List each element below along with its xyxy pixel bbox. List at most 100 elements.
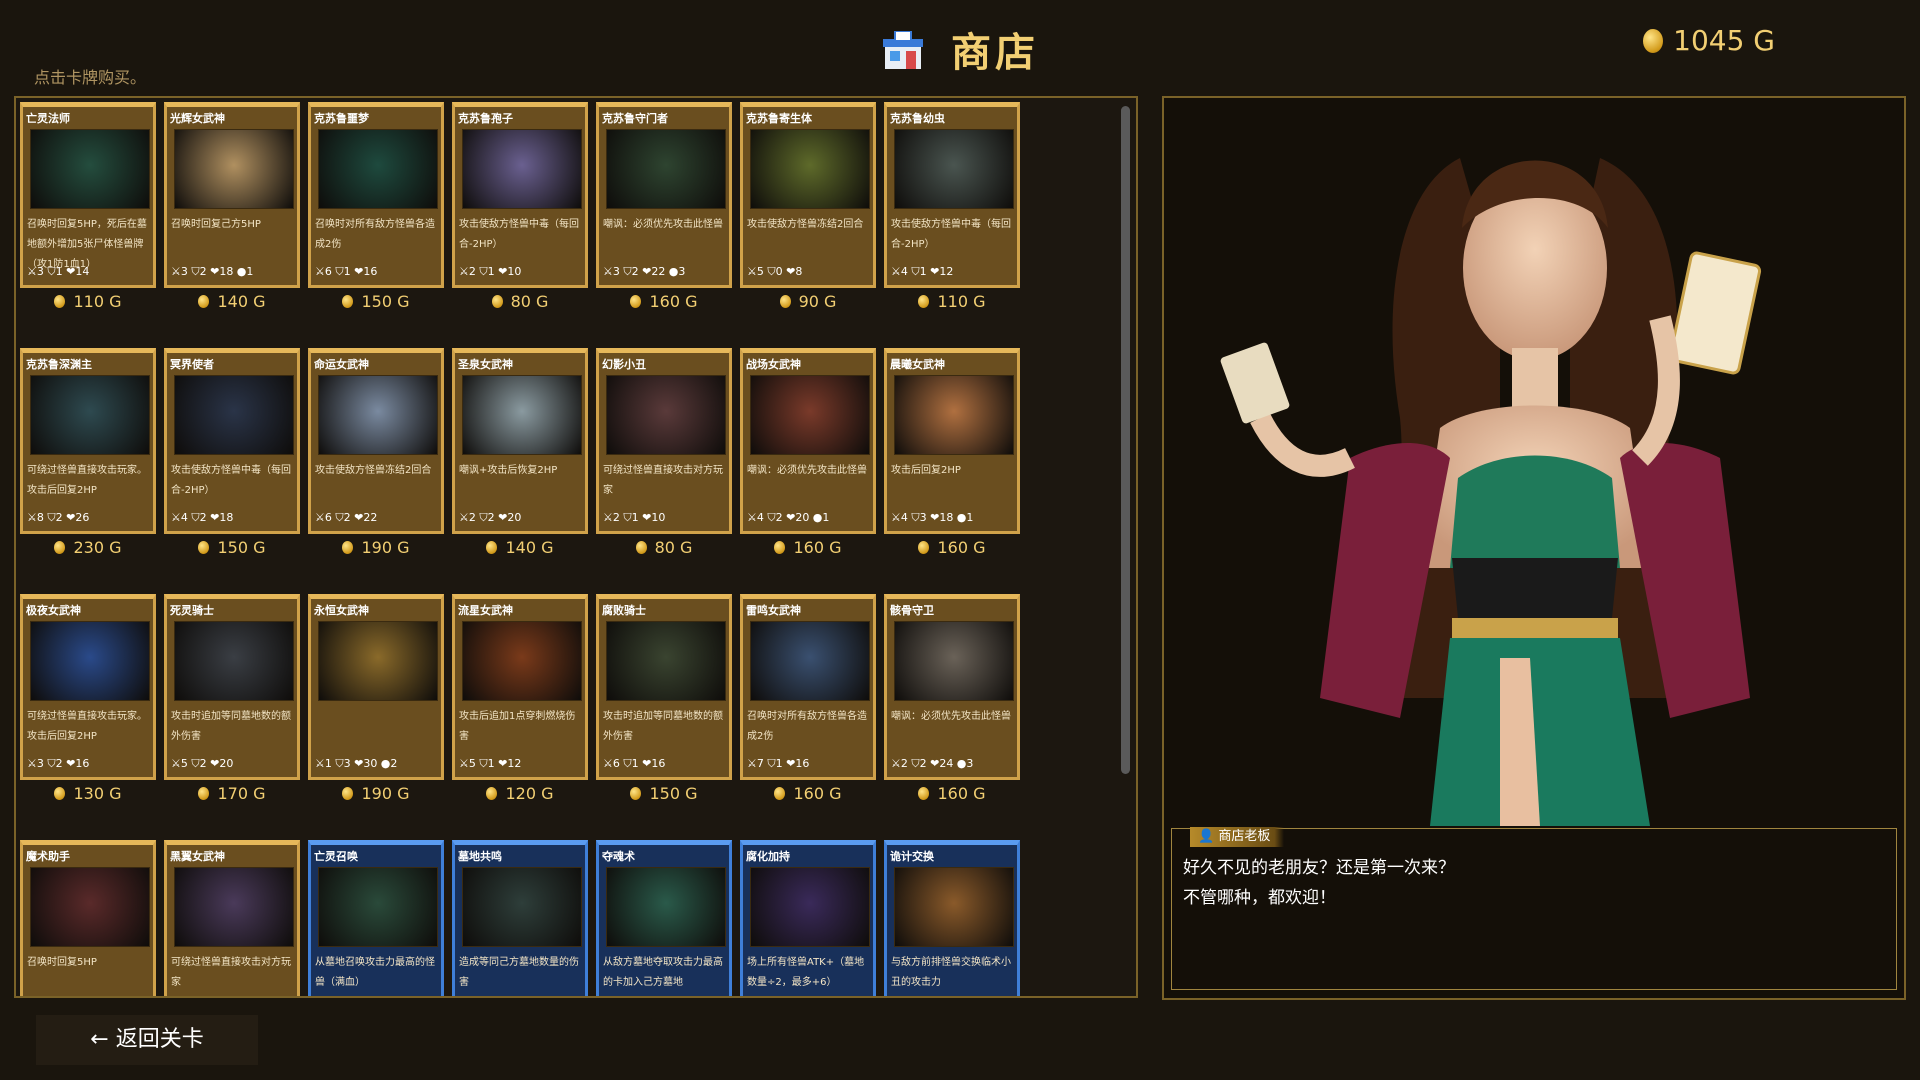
shop-card[interactable]: 腐败骑士 攻击时追加等同墓地数的额外伤害 ⚔6 ⛉1 ❤16 bbox=[596, 594, 732, 780]
gold-coin-icon bbox=[198, 787, 210, 800]
card-description: 召唤时回复己方5HP bbox=[171, 219, 261, 230]
card-slot[interactable]: 极夜女武神 可绕过怪兽直接攻击玩家。攻击后回复2HP ⚔3 ⛉2 ❤16 130 G bbox=[20, 594, 156, 803]
shop-card[interactable]: 克苏鲁寄生体 攻击使敌方怪兽冻结2回合 ⚔5 ⛉0 ❤8 bbox=[740, 102, 876, 288]
card-price: 150 G bbox=[164, 538, 300, 557]
card-stats: ⚔3 ⛉2 ❤16 bbox=[27, 757, 90, 770]
card-stats: ⚔2 ⛉2 ❤24 ●3 bbox=[891, 757, 974, 770]
card-art bbox=[606, 621, 726, 701]
shop-card[interactable]: 墓地共鸣 造成等同己方墓地数量的伤害 bbox=[452, 840, 588, 996]
card-price: 160 G bbox=[884, 784, 1020, 803]
shop-card[interactable]: 亡灵召唤 从墓地召唤攻击力最高的怪兽（满血） bbox=[308, 840, 444, 996]
card-slot[interactable]: 克苏鲁幼虫 攻击使敌方怪兽中毒（每回合-2HP） ⚔4 ⛉1 ❤12 110 G bbox=[884, 102, 1020, 311]
back-to-level-button[interactable]: ← 返回关卡 bbox=[36, 1015, 258, 1065]
card-slot[interactable]: 晨曦女武神 攻击后回复2HP ⚔4 ⛉3 ❤18 ●1 160 G bbox=[884, 348, 1020, 557]
shop-card[interactable]: 魔术助手 召唤时回复5HP bbox=[20, 840, 156, 996]
card-description: 召唤时回复5HP bbox=[27, 957, 97, 968]
card-slot[interactable]: 亡灵召唤 从墓地召唤攻击力最高的怪兽（满血） bbox=[308, 840, 444, 996]
dialog-box: 👤 商店老板 好久不见的老朋友？还是第一次来？ 不管哪种，都欢迎！ bbox=[1171, 827, 1897, 990]
card-price: 90 G bbox=[740, 292, 876, 311]
shop-card[interactable]: 命运女武神 攻击使敌方怪兽冻结2回合 ⚔6 ⛉2 ❤22 bbox=[308, 348, 444, 534]
shop-card[interactable]: 克苏鲁噩梦 召唤时对所有敌方怪兽各造成2伤 ⚔6 ⛉1 ❤16 bbox=[308, 102, 444, 288]
card-slot[interactable]: 墓地共鸣 造成等同己方墓地数量的伤害 bbox=[452, 840, 588, 996]
card-name: 骸骨守卫 bbox=[890, 604, 934, 617]
card-slot[interactable]: 战场女武神 嘲讽：必须优先攻击此怪兽 ⚔4 ⛉2 ❤20 ●1 160 G bbox=[740, 348, 876, 557]
card-slot[interactable]: 黑翼女武神 可绕过怪兽直接攻击对方玩家 bbox=[164, 840, 300, 996]
shop-title: 商店 bbox=[0, 20, 1920, 78]
shop-title-text: 商店 bbox=[951, 30, 1039, 76]
card-price: 140 G bbox=[164, 292, 300, 311]
card-price: 110 G bbox=[20, 292, 156, 311]
card-slot[interactable]: 雷鸣女武神 召唤时对所有敌方怪兽各造成2伤 ⚔7 ⛉1 ❤16 160 G bbox=[740, 594, 876, 803]
card-price-value: 140 G bbox=[505, 538, 554, 557]
card-list-scrollbar[interactable] bbox=[1121, 106, 1130, 774]
speaker-name: 商店老板 bbox=[1218, 829, 1271, 844]
card-slot[interactable]: 冥界使者 攻击使敌方怪兽中毒（每回合-2HP） ⚔4 ⛉2 ❤18 150 G bbox=[164, 348, 300, 557]
card-slot[interactable]: 骸骨守卫 嘲讽：必须优先攻击此怪兽 ⚔2 ⛉2 ❤24 ●3 160 G bbox=[884, 594, 1020, 803]
shop-card[interactable]: 晨曦女武神 攻击后回复2HP ⚔4 ⛉3 ❤18 ●1 bbox=[884, 348, 1020, 534]
shop-card[interactable]: 光辉女武神 召唤时回复己方5HP ⚔3 ⛉2 ❤18 ●1 bbox=[164, 102, 300, 288]
shop-card[interactable]: 流星女武神 攻击后追加1点穿刺燃烧伤害 ⚔5 ⛉1 ❤12 bbox=[452, 594, 588, 780]
card-slot[interactable]: 克苏鲁噩梦 召唤时对所有敌方怪兽各造成2伤 ⚔6 ⛉1 ❤16 150 G bbox=[308, 102, 444, 311]
card-name: 亡灵召唤 bbox=[314, 850, 358, 863]
card-price-value: 120 G bbox=[505, 784, 554, 803]
card-name: 晨曦女武神 bbox=[890, 358, 945, 371]
dialog-text: 好久不见的老朋友？还是第一次来？ 不管哪种，都欢迎！ bbox=[1183, 853, 1455, 913]
card-description: 可绕过怪兽直接攻击对方玩家 bbox=[171, 957, 291, 988]
shop-card[interactable]: 克苏鲁孢子 攻击使敌方怪兽中毒（每回合-2HP） ⚔2 ⛉1 ❤10 bbox=[452, 102, 588, 288]
shop-card[interactable]: 腐化加持 场上所有怪兽ATK+（墓地数量÷2，最多+6） bbox=[740, 840, 876, 996]
card-slot[interactable]: 克苏鲁守门者 嘲讽：必须优先攻击此怪兽 ⚔3 ⛉2 ❤22 ●3 160 G bbox=[596, 102, 732, 311]
gold-coin-icon bbox=[918, 541, 930, 554]
card-description: 攻击使敌方怪兽冻结2回合 bbox=[315, 465, 432, 476]
card-price: 150 G bbox=[308, 292, 444, 311]
shop-card[interactable]: 圣泉女武神 嘲讽+攻击后恢复2HP ⚔2 ⛉2 ❤20 bbox=[452, 348, 588, 534]
card-slot[interactable]: 克苏鲁深渊主 可绕过怪兽直接攻击玩家。攻击后回复2HP ⚔8 ⛉2 ❤26 230 G bbox=[20, 348, 156, 557]
shop-card[interactable]: 克苏鲁守门者 嘲讽：必须优先攻击此怪兽 ⚔3 ⛉2 ❤22 ●3 bbox=[596, 102, 732, 288]
card-price: 120 G bbox=[452, 784, 588, 803]
card-slot[interactable]: 幻影小丑 可绕过怪兽直接攻击对方玩家 ⚔2 ⛉1 ❤10 80 G bbox=[596, 348, 732, 557]
card-art bbox=[462, 129, 582, 209]
card-slot[interactable]: 诡计交换 与敌方前排怪兽交换临术小丑的攻击力 bbox=[884, 840, 1020, 996]
shop-card[interactable]: 克苏鲁幼虫 攻击使敌方怪兽中毒（每回合-2HP） ⚔4 ⛉1 ❤12 bbox=[884, 102, 1020, 288]
shop-card[interactable]: 幻影小丑 可绕过怪兽直接攻击对方玩家 ⚔2 ⛉1 ❤10 bbox=[596, 348, 732, 534]
card-slot[interactable]: 光辉女武神 召唤时回复己方5HP ⚔3 ⛉2 ❤18 ●1 140 G bbox=[164, 102, 300, 311]
card-name: 克苏鲁噩梦 bbox=[314, 112, 369, 125]
card-stats: ⚔5 ⛉1 ❤12 bbox=[459, 757, 522, 770]
shop-card[interactable]: 夺魂术 从敌方墓地夺取攻击力最高的卡加入己方墓地 bbox=[596, 840, 732, 996]
shop-card[interactable]: 战场女武神 嘲讽：必须优先攻击此怪兽 ⚔4 ⛉2 ❤20 ●1 bbox=[740, 348, 876, 534]
shop-card[interactable]: 死灵骑士 攻击时追加等同墓地数的额外伤害 ⚔5 ⛉2 ❤20 bbox=[164, 594, 300, 780]
gold-coin-icon bbox=[774, 541, 786, 554]
card-slot[interactable]: 克苏鲁孢子 攻击使敌方怪兽中毒（每回合-2HP） ⚔2 ⛉1 ❤10 80 G bbox=[452, 102, 588, 311]
card-slot[interactable]: 圣泉女武神 嘲讽+攻击后恢复2HP ⚔2 ⛉2 ❤20 140 G bbox=[452, 348, 588, 557]
shop-card[interactable]: 极夜女武神 可绕过怪兽直接攻击玩家。攻击后回复2HP ⚔3 ⛉2 ❤16 bbox=[20, 594, 156, 780]
card-price-value: 80 G bbox=[654, 538, 693, 557]
shop-card[interactable]: 黑翼女武神 可绕过怪兽直接攻击对方玩家 bbox=[164, 840, 300, 996]
card-slot[interactable]: 夺魂术 从敌方墓地夺取攻击力最高的卡加入己方墓地 bbox=[596, 840, 732, 996]
shop-card[interactable]: 永恒女武神 ⚔1 ⛉3 ❤30 ●2 bbox=[308, 594, 444, 780]
card-slot[interactable]: 腐化加持 场上所有怪兽ATK+（墓地数量÷2，最多+6） bbox=[740, 840, 876, 996]
card-name: 圣泉女武神 bbox=[458, 358, 513, 371]
card-slot[interactable]: 魔术助手 召唤时回复5HP bbox=[20, 840, 156, 996]
shop-card[interactable]: 亡灵法师 召唤时回复5HP，死后在墓地额外增加5张尸体怪兽牌（攻1防1血1） ⚔3 … bbox=[20, 102, 156, 288]
shop-card[interactable]: 克苏鲁深渊主 可绕过怪兽直接攻击玩家。攻击后回复2HP ⚔8 ⛉2 ❤26 bbox=[20, 348, 156, 534]
card-slot[interactable]: 永恒女武神 ⚔1 ⛉3 ❤30 ●2 190 G bbox=[308, 594, 444, 803]
card-slot[interactable]: 腐败骑士 攻击时追加等同墓地数的额外伤害 ⚔6 ⛉1 ❤16 150 G bbox=[596, 594, 732, 803]
shop-card[interactable]: 诡计交换 与敌方前排怪兽交换临术小丑的攻击力 bbox=[884, 840, 1020, 996]
card-stats: ⚔6 ⛉2 ❤22 bbox=[315, 511, 378, 524]
card-slot[interactable]: 死灵骑士 攻击时追加等同墓地数的额外伤害 ⚔5 ⛉2 ❤20 170 G bbox=[164, 594, 300, 803]
shop-card[interactable]: 骸骨守卫 嘲讽：必须优先攻击此怪兽 ⚔2 ⛉2 ❤24 ●3 bbox=[884, 594, 1020, 780]
card-stats: ⚔2 ⛉1 ❤10 bbox=[459, 265, 522, 278]
card-slot[interactable]: 命运女武神 攻击使敌方怪兽冻结2回合 ⚔6 ⛉2 ❤22 190 G bbox=[308, 348, 444, 557]
card-slot[interactable]: 克苏鲁寄生体 攻击使敌方怪兽冻结2回合 ⚔5 ⛉0 ❤8 90 G bbox=[740, 102, 876, 311]
shop-card[interactable]: 雷鸣女武神 召唤时对所有敌方怪兽各造成2伤 ⚔7 ⛉1 ❤16 bbox=[740, 594, 876, 780]
card-description: 嘲讽：必须优先攻击此怪兽 bbox=[747, 465, 867, 476]
card-description: 攻击时追加等同墓地数的额外伤害 bbox=[171, 711, 291, 742]
card-slot[interactable]: 流星女武神 攻击后追加1点穿刺燃烧伤害 ⚔5 ⛉1 ❤12 120 G bbox=[452, 594, 588, 803]
shop-card[interactable]: 冥界使者 攻击使敌方怪兽中毒（每回合-2HP） ⚔4 ⛉2 ❤18 bbox=[164, 348, 300, 534]
card-stats: ⚔5 ⛉0 ❤8 bbox=[747, 265, 803, 278]
card-price: 230 G bbox=[20, 538, 156, 557]
dialog-line: 不管哪种，都欢迎！ bbox=[1183, 888, 1336, 908]
card-art bbox=[462, 621, 582, 701]
gold-coin-icon bbox=[198, 541, 210, 554]
gold-coin-icon bbox=[779, 295, 791, 308]
card-slot[interactable]: 亡灵法师 召唤时回复5HP，死后在墓地额外增加5张尸体怪兽牌（攻1防1血1） ⚔3 … bbox=[20, 102, 156, 311]
